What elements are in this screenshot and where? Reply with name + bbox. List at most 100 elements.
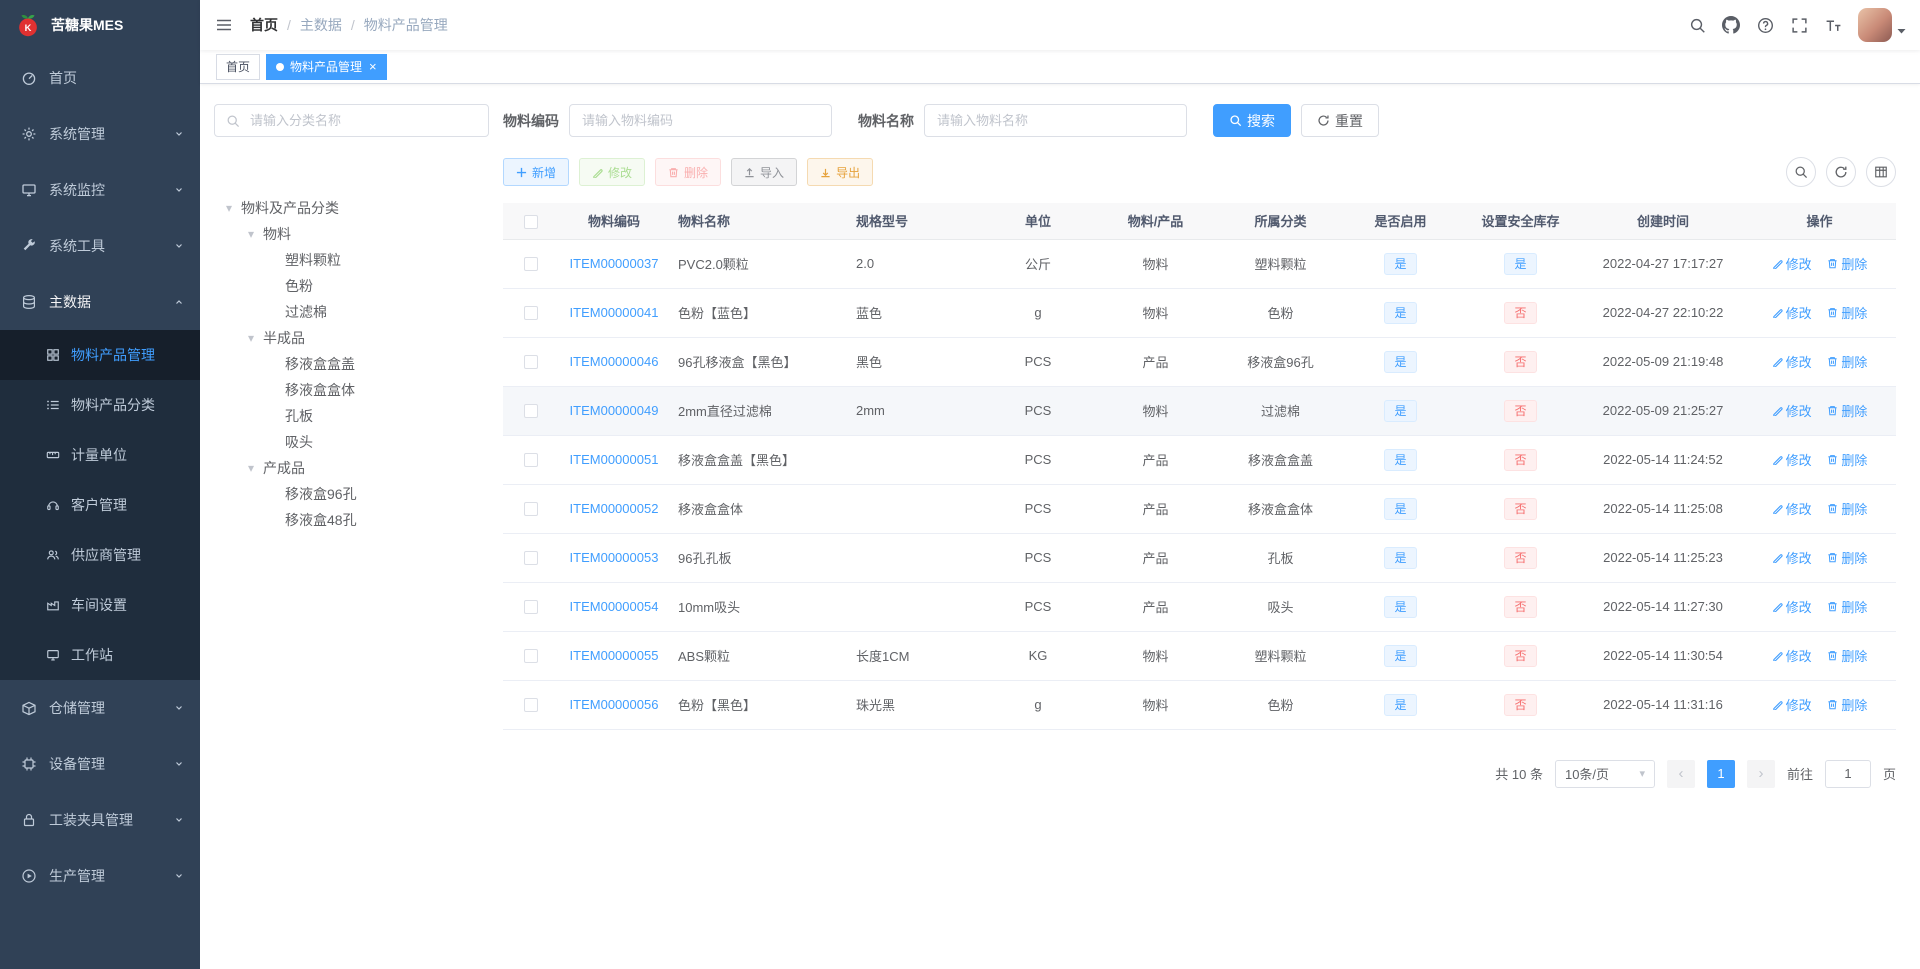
- material-code-link[interactable]: ITEM00000053: [570, 550, 659, 565]
- safe-stock-tag[interactable]: 否: [1504, 546, 1537, 569]
- fullscreen-icon[interactable]: [1782, 0, 1816, 50]
- reset-button[interactable]: 重置: [1301, 104, 1379, 137]
- tree-node[interactable]: ▾ 色粉: [214, 273, 489, 299]
- sidebar-subitem-measure-unit[interactable]: 计量单位: [0, 430, 200, 480]
- prev-page-button[interactable]: ‹: [1666, 759, 1695, 788]
- safe-stock-tag[interactable]: 否: [1504, 448, 1537, 471]
- edit-row-link[interactable]: 修改: [1772, 254, 1812, 273]
- sidebar-item-fixture-mgmt[interactable]: 工装夹具管理: [0, 792, 200, 848]
- goto-page-input[interactable]: [1824, 759, 1871, 788]
- safe-stock-tag[interactable]: 否: [1504, 350, 1537, 373]
- material-code-link[interactable]: ITEM00000037: [570, 256, 659, 271]
- page-1-button[interactable]: 1: [1706, 759, 1735, 788]
- row-checkbox[interactable]: [523, 355, 538, 370]
- row-checkbox[interactable]: [523, 404, 538, 419]
- user-menu[interactable]: [1858, 8, 1906, 42]
- delete-row-link[interactable]: 删除: [1827, 352, 1867, 371]
- page-size-select[interactable]: 10条/页 ▾: [1554, 759, 1655, 788]
- tab-home[interactable]: 首页: [216, 53, 261, 80]
- material-code-input[interactable]: [569, 104, 832, 137]
- caret-icon[interactable]: ▾: [222, 201, 236, 215]
- enabled-tag[interactable]: 是: [1384, 350, 1417, 373]
- row-checkbox[interactable]: [523, 600, 538, 615]
- delete-row-link[interactable]: 删除: [1827, 548, 1867, 567]
- enabled-tag[interactable]: 是: [1384, 497, 1417, 520]
- material-code-link[interactable]: ITEM00000054: [570, 599, 659, 614]
- delete-row-link[interactable]: 删除: [1827, 695, 1867, 714]
- sidebar-item-master-data[interactable]: 主数据: [0, 274, 200, 330]
- sidebar-item-warehouse-mgmt[interactable]: 仓储管理: [0, 680, 200, 736]
- table-row[interactable]: ITEM00000046 96孔移液盒【黑色】 黑色 PCS 产品 移液盒96孔…: [503, 337, 1896, 387]
- row-checkbox[interactable]: [523, 502, 538, 517]
- sidebar-item-system-tools[interactable]: 系统工具: [0, 218, 200, 274]
- enabled-tag[interactable]: 是: [1384, 693, 1417, 716]
- delete-row-link[interactable]: 删除: [1827, 646, 1867, 665]
- help-icon[interactable]: [1748, 0, 1782, 50]
- row-checkbox[interactable]: [523, 698, 538, 713]
- export-button[interactable]: 导出: [807, 158, 874, 186]
- material-code-link[interactable]: ITEM00000052: [570, 501, 659, 516]
- sidebar-subitem-material-product-category[interactable]: 物料产品分类: [0, 380, 200, 430]
- edit-row-link[interactable]: 修改: [1772, 352, 1812, 371]
- table-row[interactable]: ITEM00000056 色粉【黑色】 珠光黑 g 物料 色粉 是 否 2022…: [503, 680, 1896, 730]
- sidebar-subitem-workstation[interactable]: 工作站: [0, 630, 200, 680]
- enabled-tag[interactable]: 是: [1384, 399, 1417, 422]
- delete-button[interactable]: 删除: [655, 158, 722, 186]
- enabled-tag[interactable]: 是: [1384, 301, 1417, 324]
- tree-node[interactable]: ▾ 移液盒48孔: [214, 507, 489, 533]
- row-checkbox[interactable]: [523, 551, 538, 566]
- row-checkbox[interactable]: [523, 306, 538, 321]
- add-button[interactable]: 新增: [503, 158, 570, 186]
- delete-row-link[interactable]: 删除: [1827, 597, 1867, 616]
- tree-node[interactable]: ▾ 产成品: [214, 455, 489, 481]
- tree-node[interactable]: ▾ 移液盒盒体: [214, 377, 489, 403]
- avatar[interactable]: [1858, 8, 1892, 42]
- tree-node[interactable]: ▾ 吸头: [214, 429, 489, 455]
- safe-stock-tag[interactable]: 否: [1504, 497, 1537, 520]
- breadcrumb-master-data[interactable]: 主数据: [300, 15, 342, 35]
- edit-row-link[interactable]: 修改: [1772, 303, 1812, 322]
- row-checkbox[interactable]: [523, 649, 538, 664]
- table-row[interactable]: ITEM00000037 PVC2.0颗粒 2.0 公斤 物料 塑料颗粒 是 是…: [503, 239, 1896, 289]
- edit-row-link[interactable]: 修改: [1772, 548, 1812, 567]
- toggle-search-icon[interactable]: [1786, 157, 1816, 187]
- sidebar-item-production-mgmt[interactable]: 生产管理: [0, 848, 200, 904]
- safe-stock-tag[interactable]: 否: [1504, 644, 1537, 667]
- table-row[interactable]: ITEM00000051 移液盒盒盖【黑色】 PCS 产品 移液盒盒盖 是 否 …: [503, 435, 1896, 485]
- sidebar-subitem-material-product-mgmt[interactable]: 物料产品管理: [0, 330, 200, 380]
- tree-node[interactable]: ▾ 物料及产品分类: [214, 195, 489, 221]
- next-page-button[interactable]: ›: [1746, 759, 1775, 788]
- table-row[interactable]: ITEM00000052 移液盒盒体 PCS 产品 移液盒盒体 是 否 2022…: [503, 484, 1896, 534]
- table-row[interactable]: ITEM00000049 2mm直径过滤棉 2mm PCS 物料 过滤棉 是 否…: [503, 386, 1896, 436]
- sidebar-item-system-mgmt[interactable]: 系统管理: [0, 106, 200, 162]
- caret-icon[interactable]: ▾: [244, 461, 258, 475]
- enabled-tag[interactable]: 是: [1384, 644, 1417, 667]
- safe-stock-tag[interactable]: 否: [1504, 399, 1537, 422]
- github-icon[interactable]: [1714, 0, 1748, 50]
- material-code-link[interactable]: ITEM00000055: [570, 648, 659, 663]
- material-code-link[interactable]: ITEM00000046: [570, 354, 659, 369]
- delete-row-link[interactable]: 删除: [1827, 401, 1867, 420]
- tree-node[interactable]: ▾ 移液盒盒盖: [214, 351, 489, 377]
- material-name-input[interactable]: [924, 104, 1187, 137]
- logo[interactable]: K 苦糖果MES: [0, 0, 200, 50]
- enabled-tag[interactable]: 是: [1384, 546, 1417, 569]
- columns-icon[interactable]: [1866, 157, 1896, 187]
- edit-row-link[interactable]: 修改: [1772, 646, 1812, 665]
- sidebar-item-equipment-mgmt[interactable]: 设备管理: [0, 736, 200, 792]
- font-size-icon[interactable]: [1816, 0, 1850, 50]
- edit-row-link[interactable]: 修改: [1772, 450, 1812, 469]
- delete-row-link[interactable]: 删除: [1827, 499, 1867, 518]
- edit-row-link[interactable]: 修改: [1772, 695, 1812, 714]
- tree-node[interactable]: ▾ 半成品: [214, 325, 489, 351]
- tree-node[interactable]: ▾ 过滤棉: [214, 299, 489, 325]
- material-code-link[interactable]: ITEM00000049: [570, 403, 659, 418]
- sidebar-item-system-monitor[interactable]: 系统监控: [0, 162, 200, 218]
- sidebar-item-home[interactable]: 首页: [0, 50, 200, 106]
- edit-row-link[interactable]: 修改: [1772, 597, 1812, 616]
- row-checkbox[interactable]: [523, 453, 538, 468]
- material-code-link[interactable]: ITEM00000051: [570, 452, 659, 467]
- table-row[interactable]: ITEM00000053 96孔孔板 PCS 产品 孔板 是 否 2022-05…: [503, 533, 1896, 583]
- caret-icon[interactable]: ▾: [244, 227, 258, 241]
- safe-stock-tag[interactable]: 是: [1504, 252, 1537, 275]
